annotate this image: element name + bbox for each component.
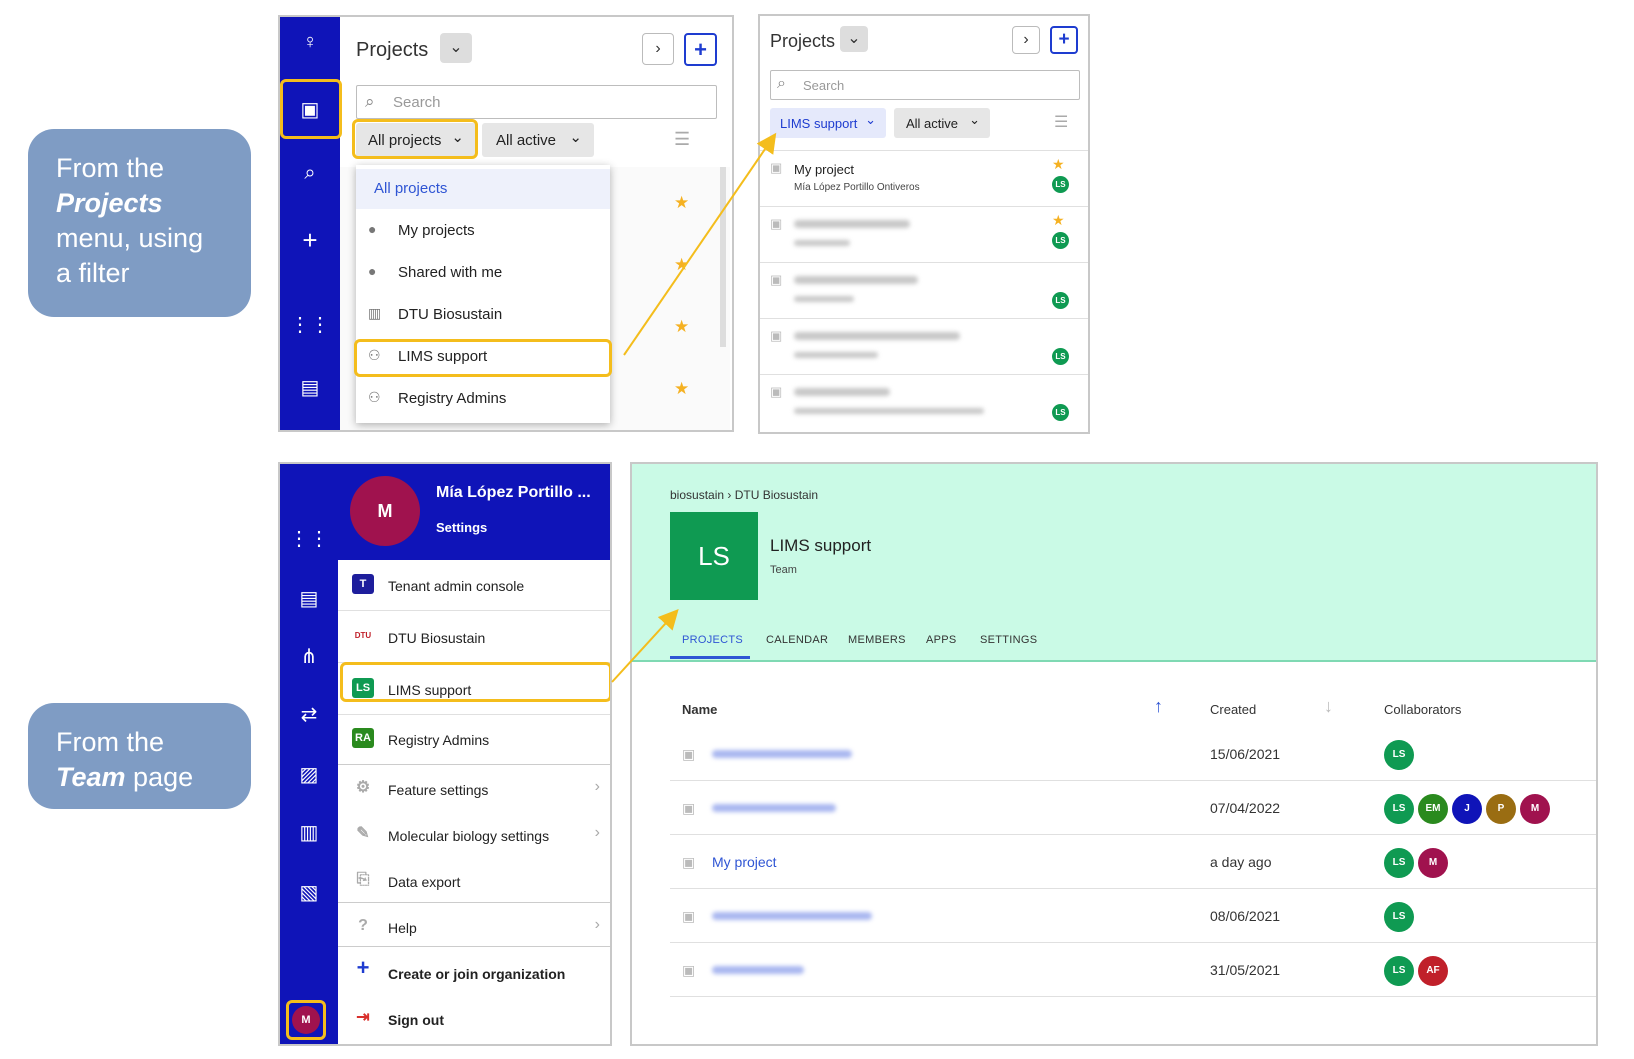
arrow-to-team-page xyxy=(611,609,679,683)
connector-arrows xyxy=(611,132,777,683)
arrow-to-filtered-list xyxy=(623,132,777,356)
